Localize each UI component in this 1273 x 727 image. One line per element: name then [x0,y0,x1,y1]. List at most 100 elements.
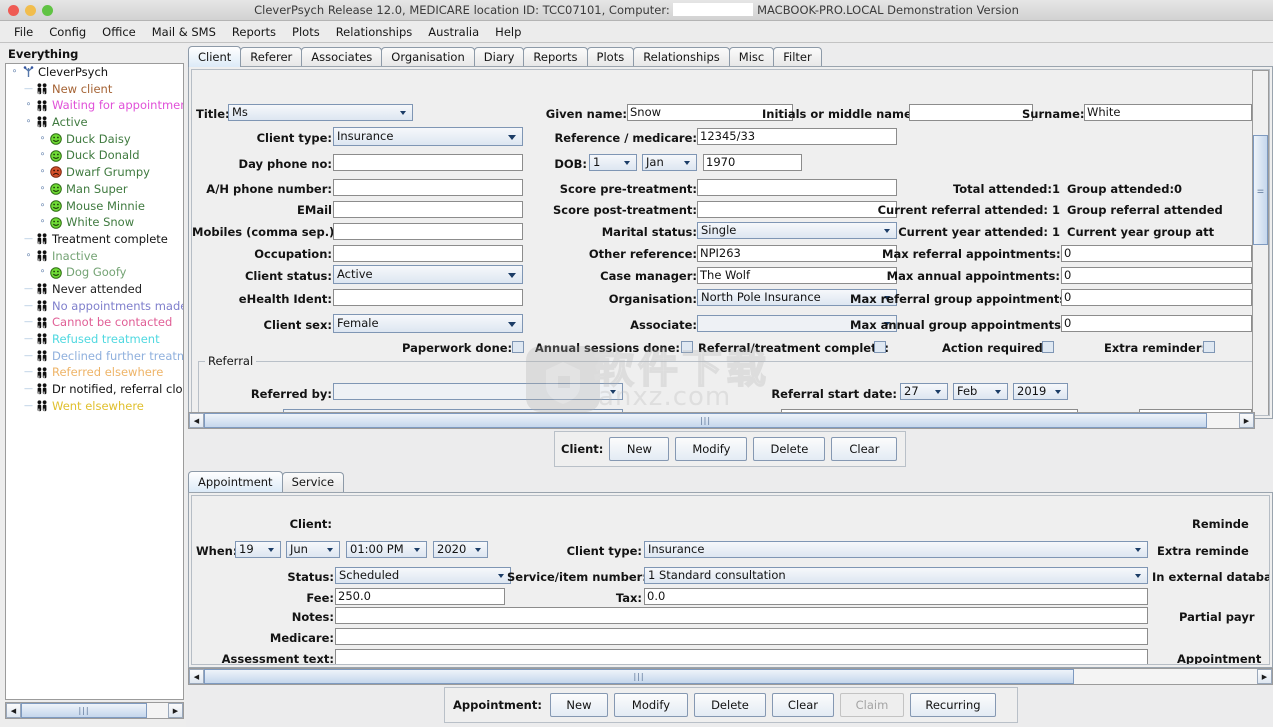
ehealth-input[interactable] [333,289,523,306]
client-scroll-left-icon[interactable]: ◀ [189,413,204,428]
tab-plots[interactable]: Plots [586,47,635,67]
tree-item[interactable]: — No appointments made [6,298,183,315]
tree-item[interactable]: ⚬ Waiting for appointment [6,97,183,114]
tab-client[interactable]: Client [188,46,242,67]
marital-status-combo[interactable]: Single [697,222,897,239]
tab-filter[interactable]: Filter [773,47,822,67]
client-hscroll-thumb[interactable]: ||| [204,413,1207,428]
client-type-combo[interactable]: Insurance [333,127,523,146]
tree-collapse-handle-icon[interactable]: ⚬ [36,164,49,181]
tree-item[interactable]: — Declined further treatment [6,348,183,365]
menu-item-reports[interactable]: Reports [224,23,284,41]
appointment-delete-button[interactable]: Delete [693,693,766,717]
tree-item[interactable]: ⚬ Duck Donald [6,147,183,164]
scroll-right-icon[interactable]: ▶ [168,703,183,718]
tree-expand-handle-icon[interactable]: ⚬ [8,64,21,81]
tree-expand-handle-icon[interactable]: ⚬ [22,114,35,131]
day-phone-input[interactable] [333,154,523,171]
tree-item[interactable]: — Dr notified, referral closed [6,381,183,398]
tree-collapse-handle-icon[interactable]: ⚬ [36,147,49,164]
menu-item-help[interactable]: Help [487,23,529,41]
tree-item[interactable]: ⚬ Dog Goofy [6,264,183,281]
menu-item-australia[interactable]: Australia [420,23,487,41]
menu-item-relationships[interactable]: Relationships [328,23,421,41]
surname-input[interactable]: White [1084,104,1252,121]
medicare-input[interactable] [335,628,1148,645]
tree-item[interactable]: — Refused treatment [6,331,183,348]
dob-month-combo[interactable]: Jan [642,154,697,171]
tree-collapse-handle-icon[interactable]: ⚬ [36,264,49,281]
appt-scroll-right-icon[interactable]: ▶ [1257,669,1272,684]
tree-item[interactable]: — Went elsewhere [6,398,183,415]
scroll-left-icon[interactable]: ◀ [6,703,21,718]
annual-sessions-done-checkbox[interactable] [681,341,693,353]
dob-year-input[interactable]: 1970 [703,154,802,171]
tab-organisation[interactable]: Organisation [381,47,475,67]
tab-reports[interactable]: Reports [523,47,588,67]
appointment-recurring-button[interactable]: Recurring [909,693,996,717]
client-vertical-scrollbar[interactable]: ⚌ [1252,70,1269,415]
client-tab-bar[interactable]: Client Referer Associates Organisation Diary… [188,46,822,67]
tree-item[interactable]: ⚬ Active [6,114,183,131]
client-modify-button[interactable]: Modify [675,437,748,461]
mobiles-input[interactable] [333,223,523,240]
tab-misc[interactable]: Misc [728,47,775,67]
referral-treatment-complete-checkbox[interactable] [874,341,886,353]
sidebar-scroll-track[interactable]: ||| [21,703,168,718]
max-annual-group-input[interactable]: 0 [1061,315,1252,332]
tab-service[interactable]: Service [281,472,345,492]
appt-hscroll-thumb[interactable]: ||| [204,669,1074,684]
tree-item[interactable]: — Never attended [6,281,183,298]
tree-item[interactable]: ⚬ White Snow [6,214,183,231]
tree-collapse-handle-icon[interactable]: ⚬ [36,198,49,215]
tax-input[interactable]: 0.0 [644,588,1148,605]
tree-item[interactable]: ⚬ Duck Daisy [6,131,183,148]
extra-reminder-checkbox[interactable] [1203,341,1215,353]
appointment-modify-button[interactable]: Modify [613,693,688,717]
menu-item-office[interactable]: Office [94,23,144,41]
service-item-combo[interactable]: 1 Standard consultation [644,567,1148,584]
client-clear-button[interactable]: Clear [831,437,898,461]
email-input[interactable] [333,201,523,218]
max-referral-appointments-input[interactable]: 0 [1061,245,1252,262]
ah-phone-input[interactable] [333,179,523,196]
max-annual-appointments-input[interactable]: 0 [1061,267,1252,284]
menu-item-file[interactable]: File [6,23,41,41]
sidebar-horizontal-scrollbar[interactable]: ◀ ||| ▶ [5,702,184,719]
other-reference-input[interactable]: NPI263 [697,245,897,262]
reference-input[interactable]: 12345/33 [697,128,897,145]
appointment-clear-button[interactable]: Clear [771,693,834,717]
tab-diary[interactable]: Diary [473,47,525,67]
appointment-new-button[interactable]: New [549,693,608,717]
tree-item[interactable]: ⚬ Mouse Minnie [6,198,183,215]
score-pre-input[interactable] [697,179,897,196]
tree-item[interactable]: — Referred elsewhere [6,364,183,381]
tree-item[interactable]: — New client [6,81,183,98]
client-status-combo[interactable]: Active [333,265,523,284]
when-month-combo[interactable]: Jun [286,541,340,558]
appt-scroll-left-icon[interactable]: ◀ [189,669,204,684]
referral-start-day-combo[interactable]: 27 [900,383,948,400]
fee-input[interactable]: 250.0 [335,588,505,605]
appointment-tab-bar[interactable]: Appointment Service [188,471,345,492]
paperwork-done-checkbox[interactable] [512,341,524,353]
tab-appointment[interactable]: Appointment [188,471,283,492]
referral-start-month-combo[interactable]: Feb [953,383,1008,400]
title-combo[interactable]: Ms [228,104,413,121]
appt-hscroll-track[interactable]: ||| [204,669,1257,684]
tree-item[interactable]: ⚬ Man Super [6,181,183,198]
initials-input[interactable] [909,104,1033,121]
tree-item[interactable]: — Cannot be contacted [6,314,183,331]
when-time-combo[interactable]: 01:00 PM [346,541,427,558]
dob-day-combo[interactable]: 1 [589,154,637,171]
tree-item[interactable]: ⚬ CleverPsych [6,64,183,81]
appointment-client-type-combo[interactable]: Insurance [644,541,1148,558]
tree-collapse-handle-icon[interactable]: ⚬ [36,181,49,198]
when-year-combo[interactable]: 2020 [433,541,488,558]
tab-referer[interactable]: Referer [240,47,303,67]
referral-start-year-combo[interactable]: 2019 [1013,383,1068,400]
client-tree[interactable]: ⚬ CleverPsych — New client ⚬ Waiting for appo… [5,63,184,700]
assessment-text-input[interactable] [335,649,1148,664]
menu-item-plots[interactable]: Plots [284,23,328,41]
referred-by-combo[interactable] [333,383,623,400]
